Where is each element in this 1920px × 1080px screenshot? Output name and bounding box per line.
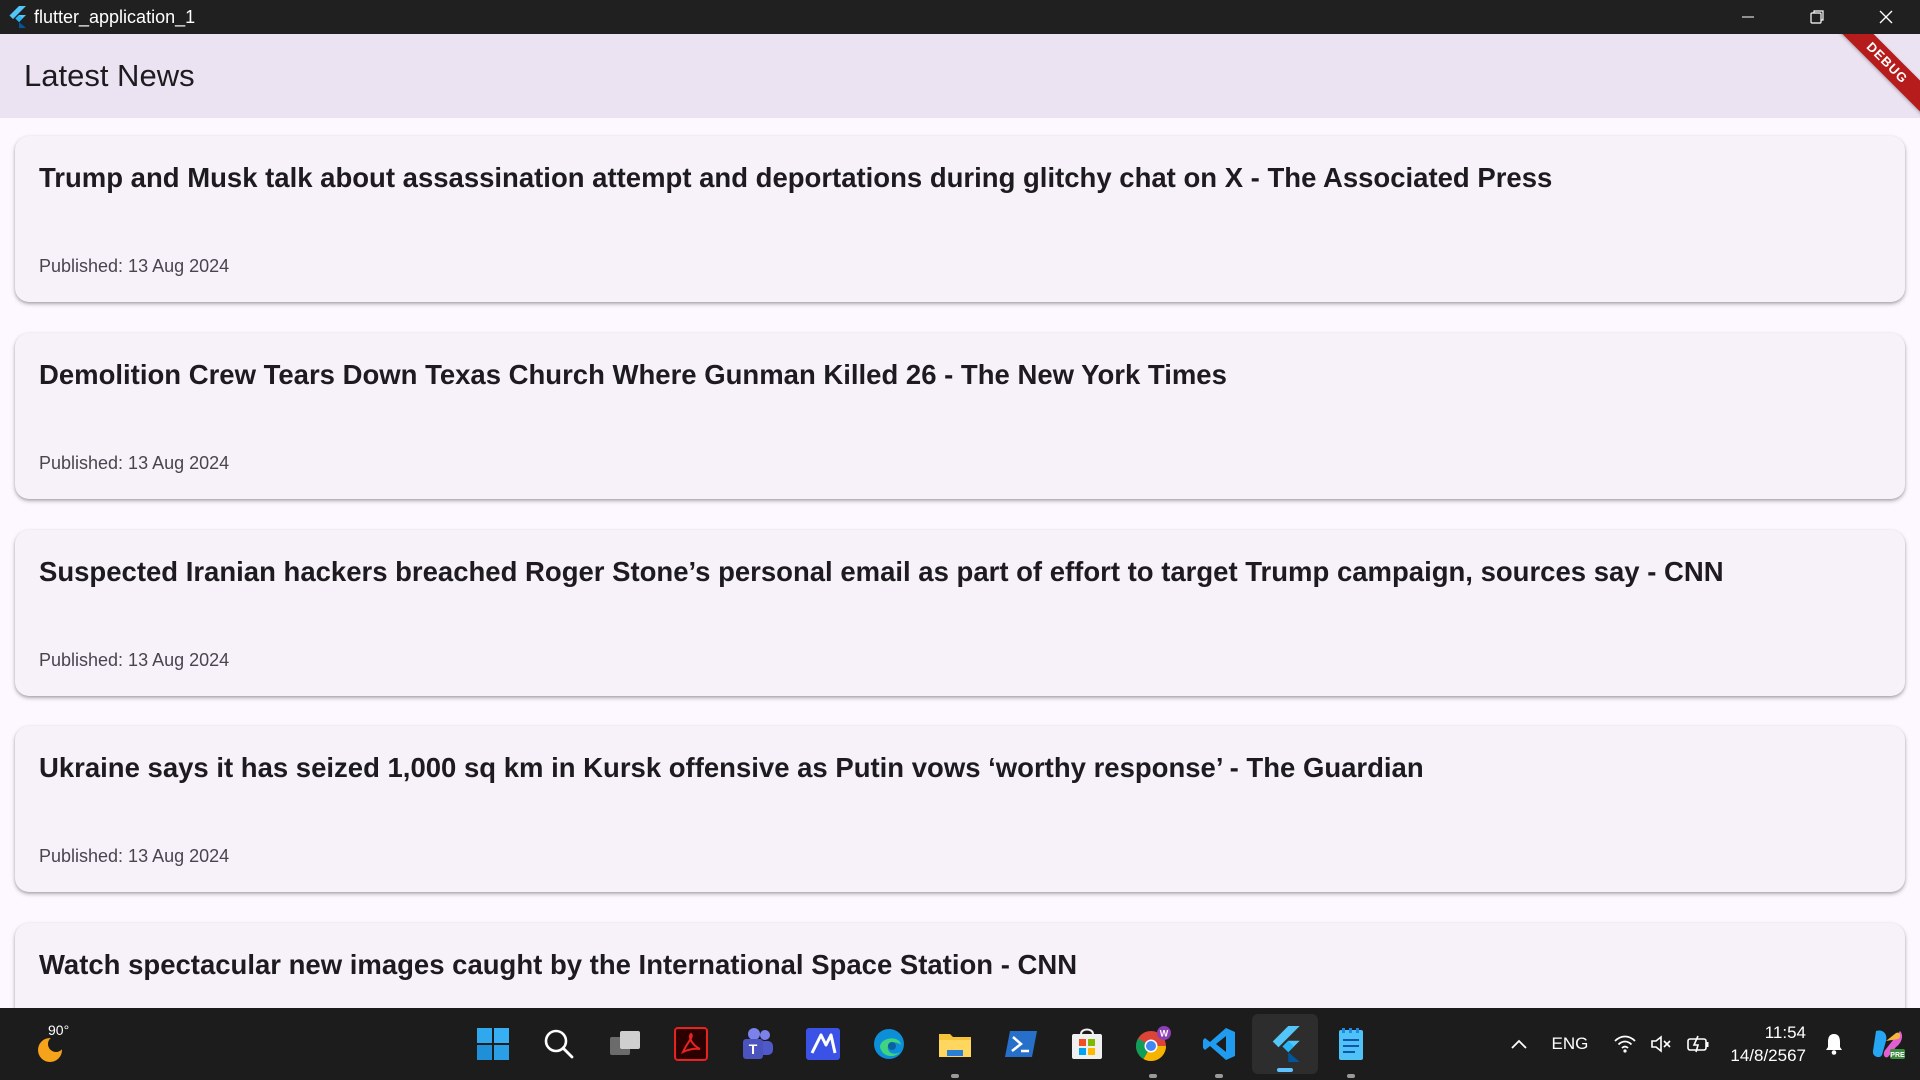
news-headline: Demolition Crew Tears Down Texas Church …: [39, 359, 1227, 390]
minimize-icon: [1741, 16, 1754, 18]
show-hidden-icons-button[interactable]: [1510, 1038, 1528, 1050]
vscode-icon: [1203, 1028, 1235, 1060]
language-indicator[interactable]: ENG: [1552, 1034, 1589, 1054]
start-button[interactable]: [460, 1008, 526, 1080]
teams-icon: T: [743, 1028, 773, 1059]
close-icon: [1879, 10, 1892, 24]
taskbar-flutter-app[interactable]: [1252, 1014, 1318, 1074]
taskbar: 90° T W ENG 11:54 14/8/2567 PRE: [0, 1008, 1920, 1080]
taskbar-edge[interactable]: [856, 1008, 922, 1080]
published-date: Published: 13 Aug 2024: [39, 256, 230, 276]
weather-temp: 90°: [48, 1022, 70, 1038]
taskbar-acrobat[interactable]: [658, 1008, 724, 1080]
clock-time: 11:54: [1764, 1023, 1806, 1042]
task-view-icon: [610, 1031, 640, 1055]
window-titlebar: flutter_application_1: [0, 0, 1920, 34]
news-headline: Trump and Musk talk about assassination …: [39, 162, 1553, 193]
chrome-icon: W: [1135, 1026, 1171, 1062]
news-card[interactable]: Trump and Musk talk about assassination …: [15, 136, 1905, 302]
running-indicator: [1215, 1074, 1223, 1078]
news-card[interactable]: Ukraine says it has seized 1,000 sq km i…: [15, 726, 1905, 892]
window-title: flutter_application_1: [34, 6, 196, 27]
debug-banner: DEBUG: [1826, 34, 1920, 118]
svg-text:PRE: PRE: [1890, 1052, 1905, 1059]
restore-button[interactable]: [1782, 0, 1851, 34]
flutter-logo-icon: [0, 0, 34, 34]
clock[interactable]: 11:54 14/8/2567: [1730, 1021, 1806, 1067]
notifications-button[interactable]: [1824, 1033, 1844, 1055]
news-card[interactable]: Watch spectacular new images caught by t…: [15, 923, 1905, 1008]
published-date: Published: 13 Aug 2024: [39, 453, 230, 473]
news-card[interactable]: Suspected Iranian hackers breached Roger…: [15, 530, 1905, 696]
taskbar-vscode[interactable]: [1186, 1008, 1252, 1080]
minimize-button[interactable]: [1713, 0, 1782, 34]
visual-studio-icon: [806, 1028, 840, 1060]
taskbar-notepad[interactable]: [1318, 1008, 1384, 1080]
chevron-up-icon: [1510, 1039, 1527, 1049]
task-view-button[interactable]: [592, 1008, 658, 1080]
volume-muted-icon: [1651, 1035, 1671, 1053]
news-headline: Ukraine says it has seized 1,000 sq km i…: [39, 752, 1424, 783]
svg-text:T: T: [749, 1041, 758, 1057]
taskbar-visual-studio[interactable]: [790, 1008, 856, 1080]
search-icon: [544, 1029, 574, 1059]
news-list[interactable]: Trump and Musk talk about assassination …: [0, 118, 1920, 1008]
page-title: Latest News: [24, 58, 195, 93]
store-icon: [1072, 1028, 1102, 1059]
notepad-icon: [1339, 1028, 1363, 1060]
published-date: Published: 13 Aug 2024: [39, 846, 230, 866]
running-indicator: [951, 1074, 959, 1078]
restore-icon: [1809, 10, 1824, 24]
close-button[interactable]: [1851, 0, 1920, 34]
acrobat-icon: [674, 1027, 708, 1061]
news-headline: Suspected Iranian hackers breached Roger…: [39, 556, 1724, 587]
copilot-button[interactable]: PRE: [1870, 1027, 1906, 1061]
taskbar-apps: T W: [460, 1008, 1384, 1080]
folder-icon: [939, 1034, 971, 1057]
active-indicator: [1277, 1068, 1293, 1072]
taskbar-microsoft-store[interactable]: [1054, 1008, 1120, 1080]
wifi-icon: [1614, 1035, 1636, 1053]
search-button[interactable]: [526, 1008, 592, 1080]
taskbar-teams[interactable]: T: [724, 1008, 790, 1080]
bell-icon: [1826, 1034, 1842, 1055]
running-indicator: [1149, 1074, 1157, 1078]
app-bar: Latest News DEBUG: [0, 34, 1920, 118]
weather-widget[interactable]: 90°: [30, 1020, 90, 1068]
clock-date: 14/8/2567: [1730, 1046, 1806, 1065]
edge-icon: [874, 1029, 904, 1059]
news-card[interactable]: Demolition Crew Tears Down Texas Church …: [15, 333, 1905, 499]
running-indicator: [1347, 1074, 1355, 1078]
network-status[interactable]: [1614, 1035, 1710, 1053]
svg-text:W: W: [1160, 1029, 1169, 1039]
taskbar-file-explorer[interactable]: [922, 1008, 988, 1080]
flutter-icon: [1272, 1026, 1300, 1062]
news-headline: Watch spectacular new images caught by t…: [39, 949, 1078, 980]
copilot-icon: PRE: [1872, 1030, 1905, 1059]
system-tray: ENG 11:54 14/8/2567 PRE: [1510, 1008, 1920, 1080]
taskbar-powershell[interactable]: [988, 1008, 1054, 1080]
powershell-icon: [1005, 1031, 1037, 1057]
windows-icon: [477, 1028, 509, 1060]
taskbar-chrome[interactable]: W: [1120, 1008, 1186, 1080]
battery-icon: [1687, 1035, 1709, 1053]
published-date: Published: 13 Aug 2024: [39, 650, 230, 670]
window-controls: [1713, 0, 1920, 34]
